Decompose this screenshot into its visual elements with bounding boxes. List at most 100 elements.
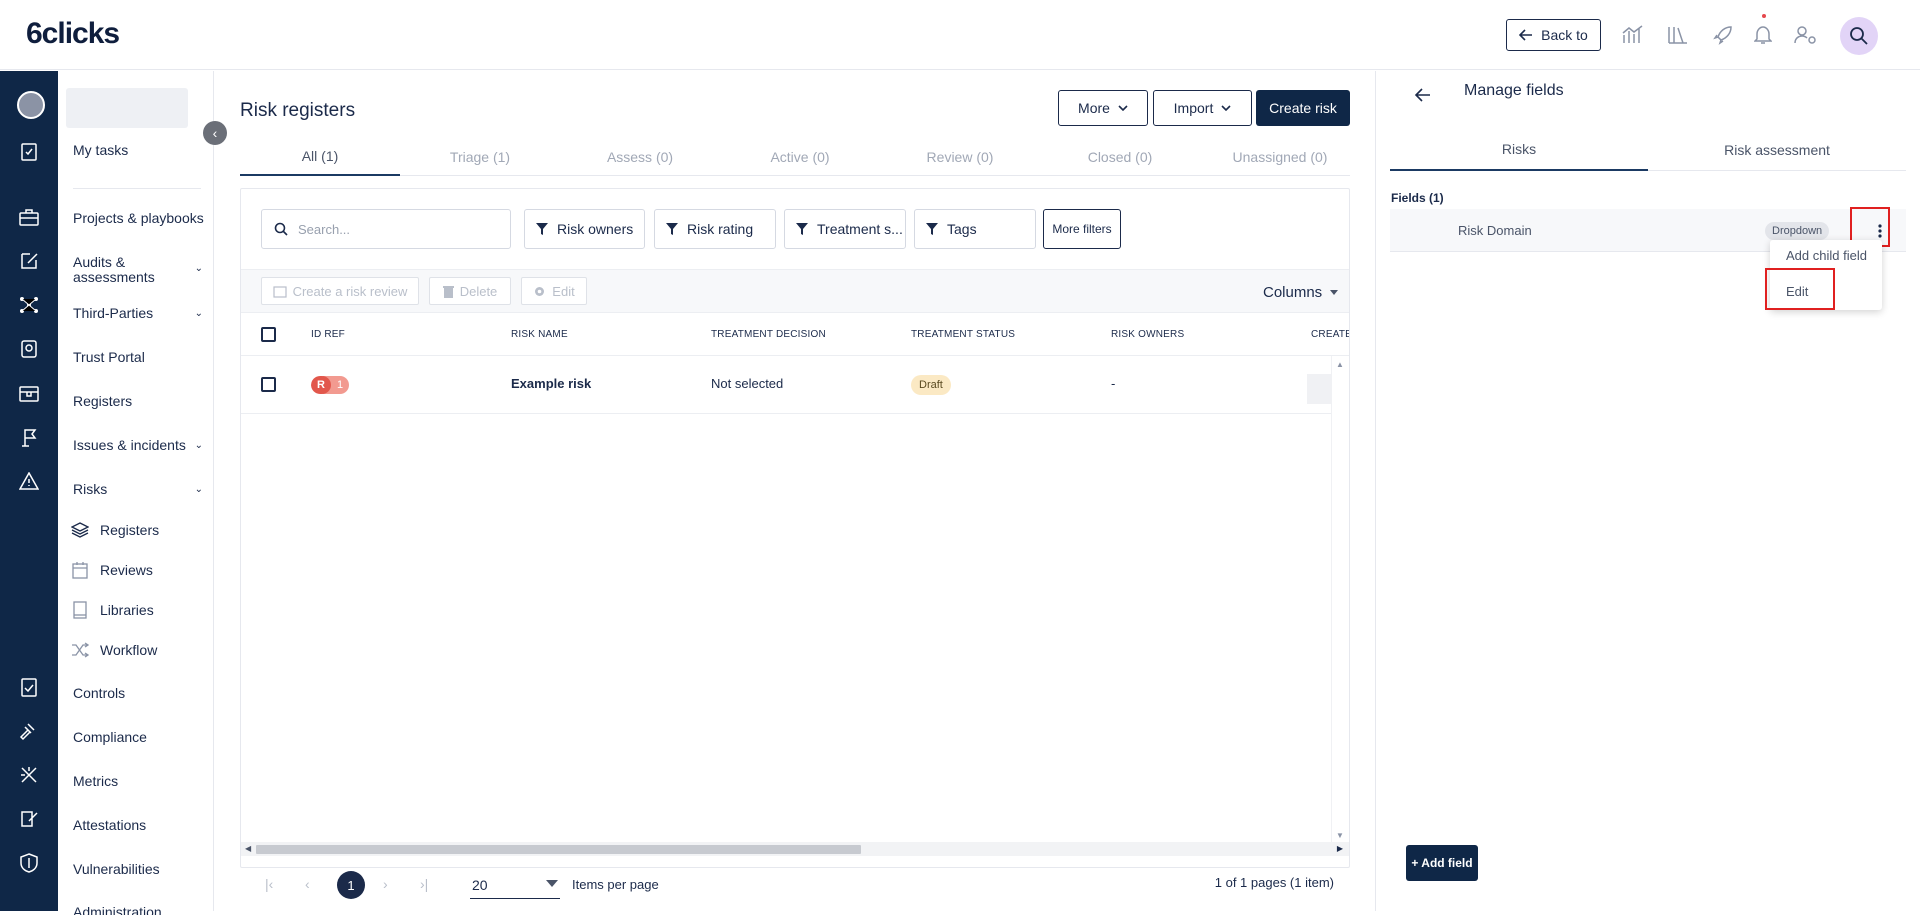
create-risk-button[interactable]: Create risk <box>1256 90 1350 126</box>
portal-icon[interactable] <box>17 337 41 361</box>
current-page-button[interactable]: 1 <box>337 871 365 899</box>
network-icon[interactable] <box>17 293 41 317</box>
per-page-select[interactable]: 20 <box>470 871 560 899</box>
col-risk-name[interactable]: RISK NAME <box>511 329 568 340</box>
shield-icon[interactable] <box>17 851 41 875</box>
highlight-edit <box>1765 268 1835 310</box>
import-button[interactable]: Import <box>1153 90 1252 126</box>
metrics-icon[interactable] <box>17 763 41 787</box>
add-field-button[interactable]: + Add field <box>1406 845 1478 881</box>
col-risk-owners[interactable]: RISK OWNERS <box>1111 329 1184 340</box>
org-selector[interactable] <box>66 88 188 128</box>
filter-icon <box>795 222 809 236</box>
org-avatar[interactable] <box>17 91 45 119</box>
edit-doc-icon[interactable] <box>17 249 41 273</box>
nav-registers[interactable]: Registers <box>73 394 209 409</box>
horizontal-scrollbar[interactable]: ◀ ▶ <box>241 842 1349 856</box>
tasks-icon[interactable] <box>17 139 41 163</box>
scroll-right-icon[interactable]: ▶ <box>1337 844 1343 853</box>
table-row[interactable]: R 1 Example risk Not selected Draft - <box>241 356 1331 414</box>
tab-risk-assessment[interactable]: Risk assessment <box>1648 129 1906 171</box>
col-created[interactable]: CREATED <box>1311 329 1349 340</box>
nav-administration[interactable]: Administration <box>73 905 209 915</box>
side-nav: My tasks Projects & playbooks Audits & a… <box>58 71 214 915</box>
user-settings-icon[interactable] <box>1793 22 1819 48</box>
tab-active[interactable]: Active (0) <box>720 138 880 176</box>
nav-issues[interactable]: Issues & incidents ⌄ <box>73 438 209 453</box>
nav-trust-portal[interactable]: Trust Portal <box>73 350 209 365</box>
tab-closed[interactable]: Closed (0) <box>1040 138 1200 176</box>
analytics-icon[interactable] <box>1620 22 1646 48</box>
scroll-up-icon[interactable]: ▲ <box>1336 360 1344 369</box>
row-checkbox[interactable] <box>261 377 276 392</box>
app-logo[interactable]: 6clicks <box>26 17 120 51</box>
tab-risks[interactable]: Risks <box>1390 129 1648 171</box>
registers-icon[interactable] <box>17 381 41 405</box>
prev-page-icon[interactable]: ‹ <box>305 876 310 892</box>
vertical-scrollbar[interactable]: ▲ ▼ <box>1331 356 1349 842</box>
more-button[interactable]: More <box>1058 90 1148 126</box>
filter-risk-rating[interactable]: Risk rating <box>654 209 776 249</box>
col-treatment-status[interactable]: TREATMENT STATUS <box>911 329 1015 340</box>
subnav-libraries[interactable]: Libraries <box>70 600 154 620</box>
scrollbar-thumb[interactable] <box>256 845 861 854</box>
first-page-icon[interactable]: |‹ <box>265 876 273 892</box>
incident-icon[interactable] <box>17 425 41 449</box>
nav-third-parties[interactable]: Third-Parties ⌄ <box>73 306 209 321</box>
subnav-reviews[interactable]: Reviews <box>70 560 153 580</box>
panel-tabs: Risks Risk assessment <box>1390 129 1906 171</box>
last-page-icon[interactable]: ›| <box>420 876 428 892</box>
tab-assess[interactable]: Assess (0) <box>560 138 720 176</box>
nav-projects[interactable]: Projects & playbooks <box>73 211 209 226</box>
tab-all[interactable]: All (1) <box>240 138 400 176</box>
attestation-icon[interactable] <box>17 807 41 831</box>
risk-name-link[interactable]: Example risk <box>511 376 591 391</box>
panel-back-icon[interactable] <box>1414 77 1432 103</box>
nav-third-parties-label: Third-Parties <box>73 305 154 321</box>
caret-down-icon <box>546 880 558 887</box>
collapse-sidebar-button[interactable]: ‹ <box>203 121 227 145</box>
risk-id-badge[interactable]: R 1 <box>311 376 349 394</box>
search-input[interactable]: Search... <box>261 209 511 249</box>
gavel-icon[interactable] <box>17 719 41 743</box>
menu-add-child-field[interactable]: Add child field <box>1786 248 1867 263</box>
tab-triage[interactable]: Triage (1) <box>400 138 560 176</box>
filter-risk-owners[interactable]: Risk owners <box>524 209 645 249</box>
scroll-left-icon[interactable]: ◀ <box>245 844 251 853</box>
tab-review[interactable]: Review (0) <box>880 138 1040 176</box>
nav-issues-label: Issues & incidents <box>73 437 186 453</box>
rocket-icon[interactable] <box>1710 22 1736 48</box>
controls-icon[interactable] <box>17 675 41 699</box>
nav-vulnerabilities[interactable]: Vulnerabilities <box>73 862 209 877</box>
nav-risks[interactable]: Risks ⌄ <box>73 482 209 497</box>
briefcase-icon[interactable] <box>17 205 41 229</box>
book-icon <box>70 600 90 620</box>
filter-treatment-status[interactable]: Treatment s... <box>784 209 906 249</box>
next-page-icon[interactable]: › <box>383 876 388 892</box>
bell-icon[interactable] <box>1750 22 1776 48</box>
library-icon[interactable] <box>1665 22 1691 48</box>
user-avatar[interactable] <box>1840 17 1878 55</box>
nav-compliance[interactable]: Compliance <box>73 730 209 745</box>
columns-button[interactable]: Columns <box>1263 284 1339 301</box>
filter-tags[interactable]: Tags <box>914 209 1036 249</box>
filter-risk-rating-label: Risk rating <box>687 221 754 237</box>
nav-attestations[interactable]: Attestations <box>73 818 209 833</box>
more-filters-button[interactable]: More filters <box>1043 209 1121 249</box>
nav-metrics[interactable]: Metrics <box>73 774 209 789</box>
nav-controls[interactable]: Controls <box>73 686 209 701</box>
col-id-ref[interactable]: ID REF <box>311 329 345 340</box>
nav-audits[interactable]: Audits & assessments ⌄ <box>73 255 209 285</box>
select-all-checkbox[interactable] <box>261 327 276 342</box>
back-to-button[interactable]: Back to <box>1506 19 1601 51</box>
tab-unassigned[interactable]: Unassigned (0) <box>1200 138 1360 176</box>
delete-button[interactable]: Delete <box>429 277 511 305</box>
warning-icon[interactable] <box>17 469 41 493</box>
subnav-workflow[interactable]: Workflow <box>70 640 157 660</box>
scroll-down-icon[interactable]: ▼ <box>1336 831 1344 840</box>
nav-my-tasks[interactable]: My tasks <box>73 143 209 158</box>
col-treatment-decision[interactable]: TREATMENT DECISION <box>711 329 826 340</box>
edit-button[interactable]: Edit <box>521 277 587 305</box>
create-review-button[interactable]: Create a risk review <box>261 277 419 305</box>
subnav-registers[interactable]: Registers <box>70 520 159 540</box>
